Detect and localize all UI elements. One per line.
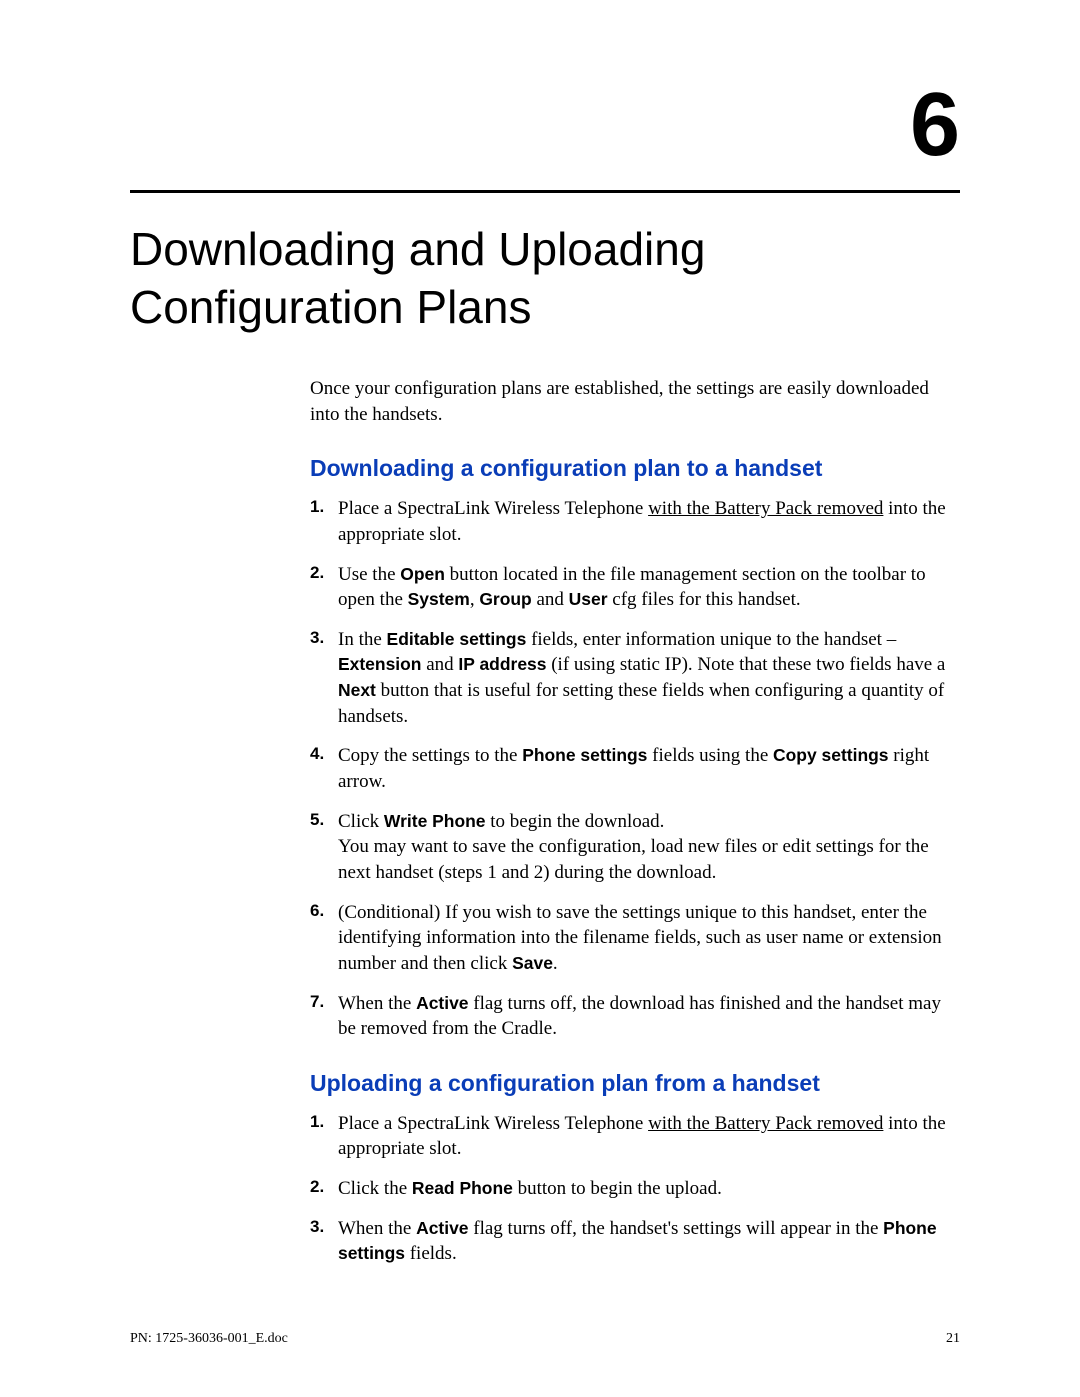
step-text: Copy the settings to the xyxy=(338,745,522,766)
page-footer: PN: 1725-36036-001_E.doc 21 xyxy=(130,1331,960,1347)
bold-term: System xyxy=(408,589,470,609)
list-item: When the Active flag turns off, the down… xyxy=(310,991,960,1042)
step-text: button to begin the upload. xyxy=(513,1178,722,1199)
bold-term: Write Phone xyxy=(384,811,486,831)
intro-paragraph: Once your configuration plans are establ… xyxy=(310,376,960,427)
step-text: When the xyxy=(338,1218,416,1239)
chapter-number: 6 xyxy=(130,80,960,170)
step-text: In the xyxy=(338,629,387,650)
bold-term: Group xyxy=(479,589,531,609)
step-text: You may want to save the configuration, … xyxy=(338,836,929,883)
step-text: When the xyxy=(338,993,416,1014)
bold-term: Active xyxy=(416,1218,468,1238)
list-item: Click Write Phone to begin the download.… xyxy=(310,809,960,886)
step-text: Click the xyxy=(338,1178,412,1199)
bold-term: Extension xyxy=(338,654,421,674)
list-item: When the Active flag turns off, the hand… xyxy=(310,1216,960,1267)
section-heading-download: Downloading a configuration plan to a ha… xyxy=(310,455,960,482)
body-content: Once your configuration plans are establ… xyxy=(310,376,960,1267)
step-text: (if using static IP). Note that these tw… xyxy=(546,654,945,675)
bold-term: Next xyxy=(338,680,376,700)
step-text: (Conditional) If you wish to save the se… xyxy=(338,902,942,974)
step-text: cfg files for this handset. xyxy=(608,589,801,610)
list-item: Place a SpectraLink Wireless Telephone w… xyxy=(310,496,960,547)
bold-term: Editable settings xyxy=(387,629,527,649)
underlined-text: with the Battery Pack removed xyxy=(648,498,883,519)
underlined-text: with the Battery Pack removed xyxy=(648,1113,883,1134)
list-item: Use the Open button located in the file … xyxy=(310,562,960,613)
title-divider xyxy=(130,190,960,193)
step-text: flag turns off, the handset's settings w… xyxy=(469,1218,884,1239)
bold-term: Active xyxy=(416,993,468,1013)
list-item: (Conditional) If you wish to save the se… xyxy=(310,900,960,977)
section-heading-upload: Uploading a configuration plan from a ha… xyxy=(310,1070,960,1097)
step-text: . xyxy=(553,953,558,974)
bold-term: User xyxy=(569,589,608,609)
document-page: 6 Downloading and Uploading Configuratio… xyxy=(0,0,1080,1397)
bold-term: IP address xyxy=(458,654,546,674)
step-text: fields, enter information unique to the … xyxy=(526,629,896,650)
footer-doc-id: PN: 1725-36036-001_E.doc xyxy=(130,1331,288,1347)
step-text: and xyxy=(532,589,569,610)
download-steps: Place a SpectraLink Wireless Telephone w… xyxy=(310,496,960,1042)
footer-page-number: 21 xyxy=(946,1331,960,1347)
bold-term: Save xyxy=(512,953,553,973)
step-text: , xyxy=(470,589,480,610)
step-text: Place a SpectraLink Wireless Telephone xyxy=(338,498,648,519)
bold-term: Phone settings xyxy=(522,745,647,765)
step-text: Place a SpectraLink Wireless Telephone xyxy=(338,1113,648,1134)
step-text: and xyxy=(421,654,458,675)
list-item: Click the Read Phone button to begin the… xyxy=(310,1176,960,1202)
bold-term: Read Phone xyxy=(412,1178,513,1198)
list-item: Place a SpectraLink Wireless Telephone w… xyxy=(310,1111,960,1162)
bold-term: Copy settings xyxy=(773,745,889,765)
step-text: Use the xyxy=(338,564,400,585)
step-text: fields. xyxy=(405,1243,457,1264)
chapter-title: Downloading and Uploading Configuration … xyxy=(130,221,960,336)
step-text: button that is useful for setting these … xyxy=(338,680,944,727)
bold-term: Open xyxy=(400,564,445,584)
step-text: to begin the download. xyxy=(486,811,665,832)
list-item: In the Editable settings fields, enter i… xyxy=(310,627,960,730)
upload-steps: Place a SpectraLink Wireless Telephone w… xyxy=(310,1111,960,1267)
step-text: Click xyxy=(338,811,384,832)
list-item: Copy the settings to the Phone settings … xyxy=(310,743,960,794)
step-text: fields using the xyxy=(647,745,773,766)
